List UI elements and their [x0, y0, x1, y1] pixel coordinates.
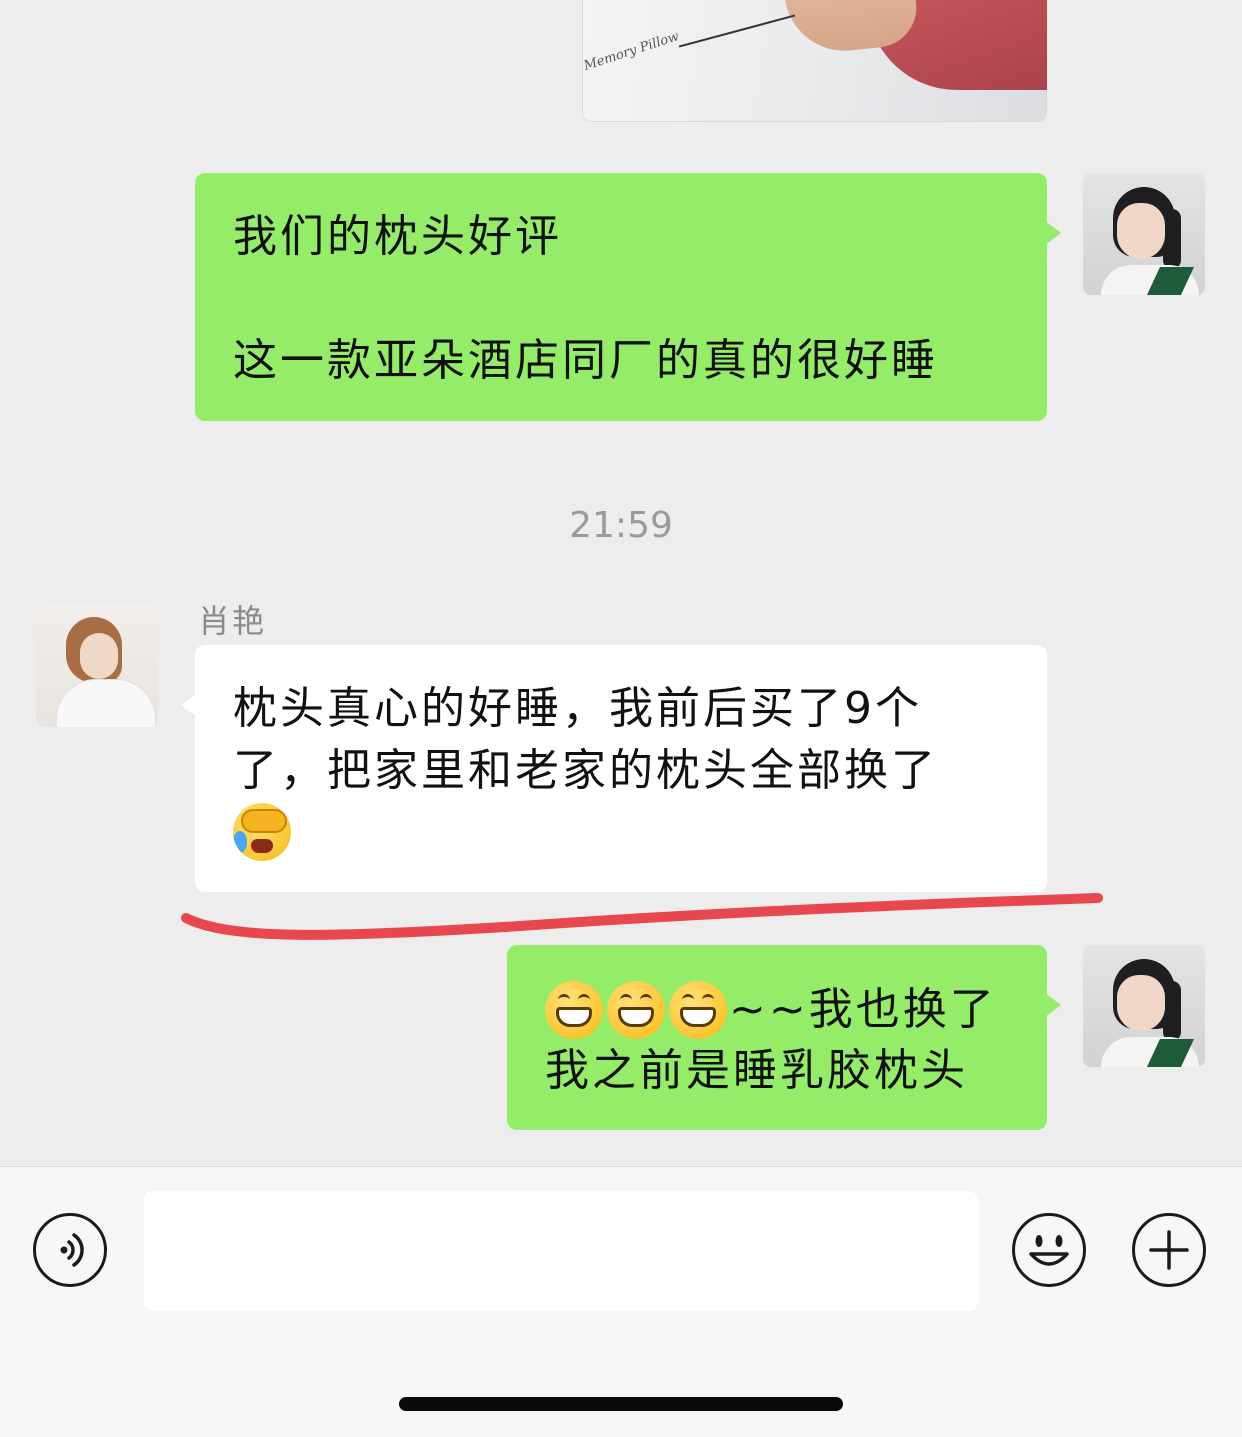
- my-message-bubble[interactable]: ~~我也换了 我之前是睡乳胶枕头: [507, 945, 1061, 1130]
- voice-icon[interactable]: [33, 1213, 107, 1287]
- chat-area[interactable]: Memory Pillow 我们的枕头好评 这一款亚朵酒店同厂的真的很好睡 21…: [0, 0, 1242, 1166]
- message-text-line: 我之前是睡乳胶枕头: [545, 1045, 968, 1096]
- grinning-emoji: [545, 981, 603, 1039]
- message-input[interactable]: [144, 1191, 978, 1311]
- home-indicator[interactable]: [399, 1397, 843, 1411]
- message-text-segment: ~~我也换了: [729, 984, 997, 1035]
- grinning-emoji: [669, 981, 727, 1039]
- input-bar: [0, 1166, 1242, 1437]
- my-avatar[interactable]: [1083, 945, 1205, 1067]
- message-text-line: ~~我也换了: [545, 981, 997, 1039]
- plus-icon[interactable]: [1132, 1213, 1206, 1287]
- emoji-icon[interactable]: [1012, 1213, 1086, 1287]
- grinning-emoji: [607, 981, 665, 1039]
